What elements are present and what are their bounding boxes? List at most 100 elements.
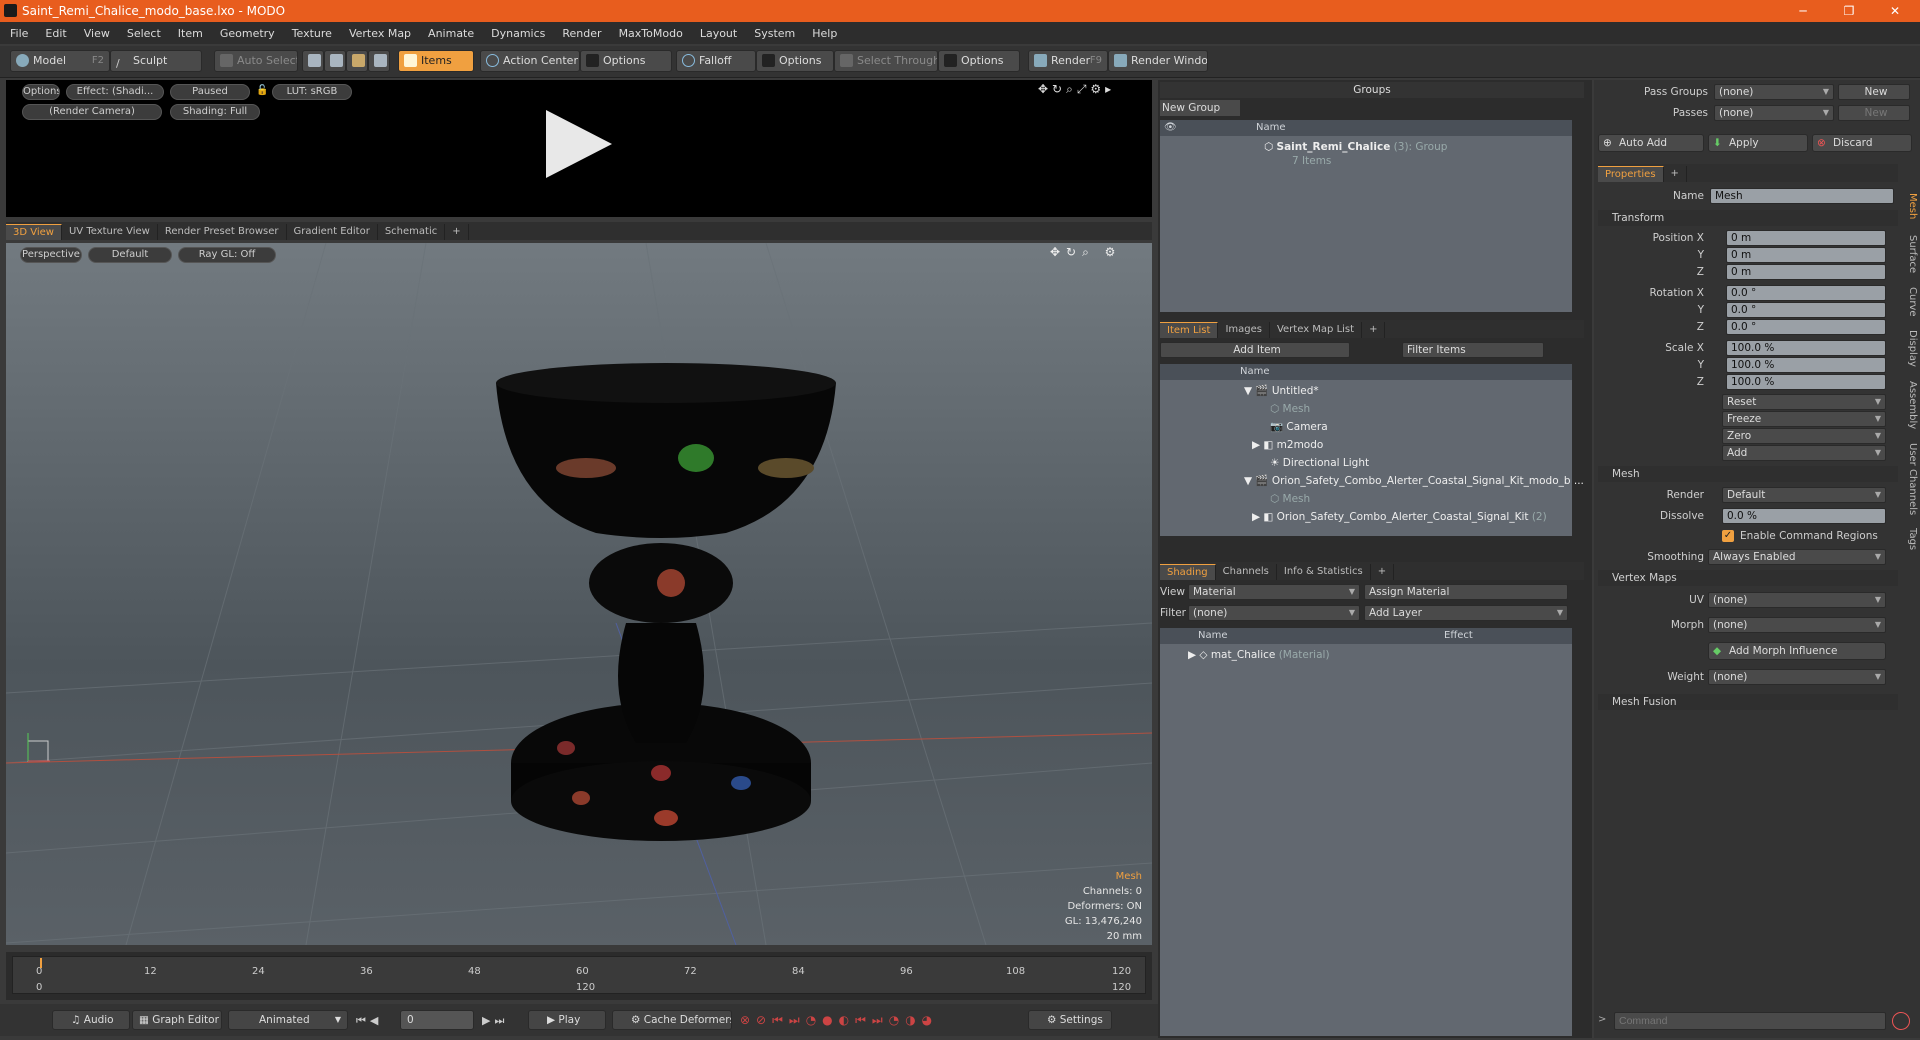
frame-input[interactable]: 0 <box>400 1010 474 1030</box>
select-edges-button[interactable] <box>324 50 346 72</box>
position-z-field[interactable]: 0 m <box>1726 264 1886 280</box>
maximize-button[interactable]: ❐ <box>1826 0 1872 22</box>
menu-texture[interactable]: Texture <box>282 27 339 40</box>
action-center-button[interactable]: Action Center <box>480 50 580 72</box>
scale-x-field[interactable]: 100.0 % <box>1726 340 1886 356</box>
render-options-button[interactable]: Options <box>22 84 60 100</box>
tab-render-preset-browser[interactable]: Render Preset Browser <box>158 224 287 240</box>
key-record-icons[interactable]: ⊗⊘⏮⏭◔●◐⏮⏭◔◑◕ <box>740 1013 938 1028</box>
add-tab-button[interactable]: + <box>1362 322 1386 338</box>
lut-dropdown[interactable]: LUT: sRGB <box>272 84 352 100</box>
menu-animate[interactable]: Animate <box>418 27 481 40</box>
filter-items-input[interactable]: Filter Items <box>1402 342 1544 358</box>
mesh-section[interactable]: Mesh <box>1598 466 1898 482</box>
add-tab-button[interactable]: + <box>1371 564 1395 580</box>
item-row-mesh[interactable]: ⬡ Mesh <box>1270 400 1310 418</box>
side-tab-display[interactable]: Display <box>1900 326 1918 370</box>
transform-section[interactable]: Transform <box>1598 210 1898 226</box>
dissolve-field[interactable]: 0.0 % <box>1722 508 1886 524</box>
shading-view-dropdown[interactable]: Material ▼ <box>1188 584 1360 600</box>
tab-schematic[interactable]: Schematic <box>378 224 446 240</box>
menu-layout[interactable]: Layout <box>690 27 744 40</box>
menu-help[interactable]: Help <box>802 27 844 40</box>
rotation-y-field[interactable]: 0.0 ° <box>1726 302 1886 318</box>
item-row-untitled[interactable]: ▼ 🎬 Untitled* <box>1244 382 1319 400</box>
menu-system[interactable]: System <box>744 27 802 40</box>
timeline[interactable]: 0 12 24 36 48 60 72 84 96 108 120 0 120 … <box>6 952 1152 1000</box>
menu-dynamics[interactable]: Dynamics <box>481 27 552 40</box>
render-camera-dropdown[interactable]: (Render Camera) <box>22 104 162 120</box>
name-field[interactable]: Mesh <box>1710 188 1894 204</box>
new-group-button[interactable]: New Group <box>1160 100 1240 116</box>
command-input[interactable] <box>1614 1012 1886 1030</box>
sculpt-mode-button[interactable]: / Sculpt <box>110 50 202 72</box>
shading-filter-dropdown[interactable]: (none) ▼ <box>1188 605 1360 621</box>
3d-viewport[interactable]: Perspective Default Ray GL: Off ✥↻⌕ ⚙ Me… <box>6 243 1152 945</box>
tab-vertex-map-list[interactable]: Vertex Map List <box>1270 322 1363 338</box>
zero-dropdown[interactable]: Zero ▼ <box>1722 428 1886 444</box>
rotation-x-field[interactable]: 0.0 ° <box>1726 285 1886 301</box>
add-layer-dropdown[interactable]: Add Layer ▼ <box>1364 605 1568 621</box>
menu-edit[interactable]: Edit <box>35 27 73 40</box>
vertex-maps-section[interactable]: Vertex Maps <box>1598 570 1898 586</box>
lock-icon[interactable]: 🔓 <box>256 85 268 97</box>
graph-editor-button[interactable]: ▦ Graph Editor <box>132 1010 222 1030</box>
weight-dropdown[interactable]: (none) ▼ <box>1708 669 1886 685</box>
auto-add-button[interactable]: ⊕ Auto Add <box>1598 134 1704 152</box>
position-y-field[interactable]: 0 m <box>1726 247 1886 263</box>
cache-deformers-button[interactable]: ⚙ Cache Deformers <box>612 1010 732 1030</box>
side-tab-assembly[interactable]: Assembly <box>1900 376 1918 434</box>
command-stop-icon[interactable] <box>1892 1012 1910 1030</box>
menu-select[interactable]: Select <box>117 27 168 40</box>
uv-dropdown[interactable]: (none) ▼ <box>1708 592 1886 608</box>
add-tab-button[interactable]: + <box>445 224 469 240</box>
tab-shading[interactable]: Shading <box>1160 564 1216 580</box>
render-effect-dropdown[interactable]: Effect: (Shadi... <box>66 84 164 100</box>
new-pass-button[interactable]: New <box>1838 105 1910 121</box>
select-through-button[interactable]: Select Through <box>834 50 938 72</box>
enable-command-regions-checkbox[interactable]: ✓ <box>1722 530 1734 542</box>
menu-vertex-map[interactable]: Vertex Map <box>339 27 418 40</box>
tab-channels[interactable]: Channels <box>1216 564 1277 580</box>
transport-back-icons[interactable]: ⏮◀ <box>356 1014 382 1028</box>
play-render-icon[interactable] <box>546 110 612 178</box>
select-polygons-button[interactable] <box>346 50 368 72</box>
scale-z-field[interactable]: 100.0 % <box>1726 374 1886 390</box>
side-tab-curve[interactable]: Curve <box>1900 284 1918 320</box>
item-row-m2modo[interactable]: ▶ ◧ m2modo <box>1252 436 1323 454</box>
tab-images[interactable]: Images <box>1218 322 1270 338</box>
add-dropdown[interactable]: Add ▼ <box>1722 445 1886 461</box>
render-window-button[interactable]: Render Window <box>1108 50 1208 72</box>
material-row[interactable]: ▶ ◇ mat_Chalice (Material) <box>1188 646 1330 664</box>
item-row-orion-mesh[interactable]: ⬡ Mesh <box>1270 490 1310 508</box>
reset-dropdown[interactable]: Reset ▼ <box>1722 394 1886 410</box>
smoothing-dropdown[interactable]: Always Enabled ▼ <box>1708 549 1886 565</box>
tab-3d-view[interactable]: 3D View <box>6 224 62 240</box>
falloff-button[interactable]: Falloff <box>676 50 756 72</box>
menu-view[interactable]: View <box>74 27 117 40</box>
shading-style-dropdown[interactable]: Default <box>88 247 172 263</box>
item-row-orion-scene[interactable]: ▼ 🎬 Orion_Safety_Combo_Alerter_Coastal_S… <box>1244 472 1584 490</box>
rotation-z-field[interactable]: 0.0 ° <box>1726 319 1886 335</box>
render-paused-toggle[interactable]: Paused <box>170 84 250 100</box>
render-dropdown[interactable]: Default ▼ <box>1722 487 1886 503</box>
items-mode-button[interactable]: Items <box>398 50 474 72</box>
playhead[interactable] <box>40 958 42 968</box>
add-tab-button[interactable]: + <box>1664 166 1687 182</box>
morph-dropdown[interactable]: (none) ▼ <box>1708 617 1886 633</box>
render-button[interactable]: Render F9 <box>1028 50 1108 72</box>
discard-button[interactable]: ⊗ Discard <box>1812 134 1912 152</box>
select-through-options-button[interactable]: Options <box>938 50 1020 72</box>
tab-properties[interactable]: Properties <box>1598 166 1664 182</box>
animated-dropdown[interactable]: Animated ▼ <box>228 1010 348 1030</box>
audio-button[interactable]: ♫ Audio <box>52 1010 130 1030</box>
tab-gradient-editor[interactable]: Gradient Editor <box>287 224 378 240</box>
tab-uv-texture-view[interactable]: UV Texture View <box>62 224 158 240</box>
viewport-nav-icons[interactable]: ✥↻⌕ ⚙ <box>1050 245 1121 260</box>
menu-file[interactable]: File <box>0 27 35 40</box>
preview-nav-icons[interactable]: ✥↻⌕⤢⚙▸ <box>1038 82 1115 97</box>
close-button[interactable]: ✕ <box>1872 0 1918 22</box>
new-pass-group-button[interactable]: New <box>1838 84 1910 100</box>
play-button[interactable]: ▶ Play <box>528 1010 606 1030</box>
passes-dropdown[interactable]: (none) ▼ <box>1714 105 1834 121</box>
